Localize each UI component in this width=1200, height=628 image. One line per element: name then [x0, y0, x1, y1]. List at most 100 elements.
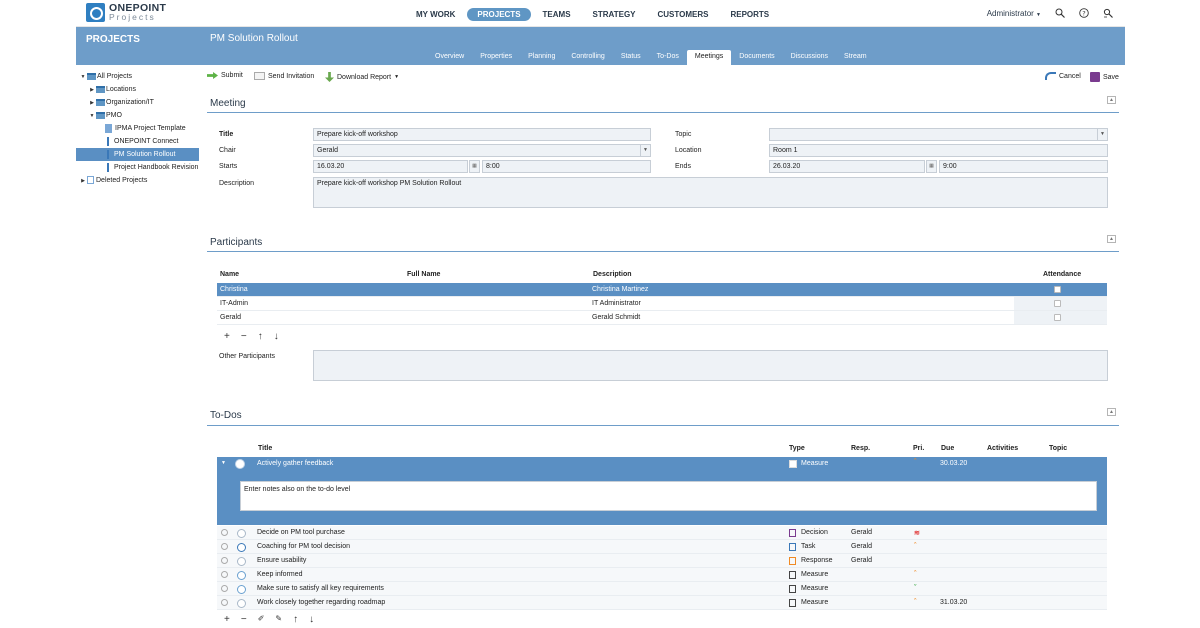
tab-planning[interactable]: Planning [520, 50, 563, 65]
column-title[interactable]: Title [258, 445, 272, 452]
collapsed-arrow-icon[interactable]: ▶ [79, 175, 87, 188]
assign-icon[interactable]: ✐ [258, 614, 265, 625]
todo-title: Work closely together regarding roadmap [257, 599, 386, 606]
cancel-button[interactable]: Cancel [1045, 72, 1081, 80]
nav-teams[interactable]: TEAMS [533, 8, 581, 21]
search-icon[interactable] [1055, 8, 1065, 18]
other-participants-input[interactable] [313, 350, 1108, 381]
tree-item[interactable]: ▶ Deleted Projects [76, 174, 199, 187]
chair-select[interactable]: Gerald ▼ [313, 144, 651, 157]
table-row[interactable]: Coaching for PM tool decision Task Gerald ˆ [217, 540, 1107, 554]
tree-item[interactable]: ▶ Organization/IT [76, 96, 199, 109]
progress-circle-icon[interactable] [237, 585, 246, 594]
nav-my-work[interactable]: MY WORK [406, 8, 465, 21]
column-topic[interactable]: Topic [1049, 445, 1067, 452]
column-resp[interactable]: Resp. [851, 445, 870, 452]
table-row[interactable]: Gerald Gerald Schmidt [217, 311, 1107, 325]
table-row[interactable]: Decide on PM tool purchase Decision Gerald… [217, 526, 1107, 540]
collapse-participants-icon[interactable]: ▲ [1107, 235, 1116, 243]
column-attendance[interactable]: Attendance [1043, 271, 1081, 278]
tab-status[interactable]: Status [613, 50, 649, 65]
measure-icon [789, 571, 796, 579]
collapse-meeting-icon[interactable]: ▲ [1107, 96, 1116, 104]
logo-sub: Projects [109, 11, 156, 22]
folder-icon [96, 85, 105, 93]
submit-button[interactable]: Submit [207, 72, 243, 79]
tab-properties[interactable]: Properties [472, 50, 520, 65]
progress-circle-icon[interactable] [237, 529, 246, 538]
add-icon[interactable]: + [224, 331, 230, 342]
nav-reports[interactable]: REPORTS [720, 8, 779, 21]
ends-time-input[interactable]: 9:00 [939, 160, 1108, 173]
download-report-button[interactable]: Download Report ▼ [325, 72, 399, 82]
advanced-search-icon[interactable] [1103, 8, 1113, 18]
column-due[interactable]: Due [941, 445, 954, 452]
table-row[interactable]: IT-Admin IT Administrator [217, 297, 1107, 311]
table-row[interactable]: Keep informed Measure ˆ [217, 568, 1107, 582]
tree-item[interactable]: ▼ PMO [76, 109, 199, 122]
attendance-checkbox[interactable] [1054, 286, 1061, 293]
calendar-icon[interactable]: ▦ [469, 160, 480, 173]
help-icon[interactable]: ? [1079, 8, 1089, 18]
nav-projects[interactable]: PROJECTS [467, 8, 531, 21]
move-up-icon[interactable]: ↑ [258, 331, 263, 342]
tab-discussions[interactable]: Discussions [783, 50, 836, 65]
send-invitation-button[interactable]: Send Invitation [254, 72, 314, 80]
remove-icon[interactable]: − [241, 331, 247, 342]
progress-circle-icon[interactable] [237, 599, 246, 608]
table-row[interactable]: Make sure to satisfy all key requirement… [217, 582, 1107, 596]
tree-item-label: IPMA Project Template [115, 125, 186, 132]
starts-time-input[interactable]: 8:00 [482, 160, 651, 173]
column-activities[interactable]: Activities [987, 445, 1018, 452]
tree-item[interactable]: ▶ Locations [76, 83, 199, 96]
tab-meetings[interactable]: Meetings [686, 50, 732, 65]
topic-select[interactable]: ▼ [769, 128, 1108, 141]
column-type[interactable]: Type [789, 445, 805, 452]
tab-controlling[interactable]: Controlling [563, 50, 612, 65]
add-icon[interactable]: + [224, 614, 230, 625]
progress-circle-icon[interactable] [237, 543, 246, 552]
tab-overview[interactable]: Overview [427, 50, 472, 65]
save-button[interactable]: Save [1090, 72, 1119, 82]
progress-circle-icon[interactable] [237, 571, 246, 580]
edit-icon[interactable]: ✎ [275, 614, 282, 625]
logo[interactable]: ONEPOINT Projects [86, 2, 166, 22]
location-input[interactable]: Room 1 [769, 144, 1108, 157]
attendance-checkbox[interactable] [1054, 300, 1061, 307]
move-down-icon[interactable]: ↓ [309, 614, 314, 625]
collapse-todos-icon[interactable]: ▲ [1107, 408, 1116, 416]
attendance-checkbox[interactable] [1054, 314, 1061, 321]
column-full-name[interactable]: Full Name [407, 271, 440, 278]
expand-arrow-icon[interactable]: ▼ [221, 460, 226, 466]
tab-to-dos[interactable]: To-Dos [649, 50, 687, 65]
todo-notes-input[interactable]: Enter notes also on the to-do level [240, 481, 1097, 511]
remove-icon[interactable]: − [241, 614, 247, 625]
tree-item[interactable]: ONEPOINT Connect [76, 135, 199, 148]
ends-date-input[interactable]: 26.03.20 [769, 160, 925, 173]
table-row[interactable]: Work closely together regarding roadmap M… [217, 596, 1107, 610]
table-row[interactable]: Ensure usability Response Gerald [217, 554, 1107, 568]
tree-item[interactable]: Project Handbook Revision [76, 161, 199, 174]
nav-customers[interactable]: CUSTOMERS [648, 8, 719, 21]
starts-date-input[interactable]: 16.03.20 [313, 160, 468, 173]
tab-stream[interactable]: Stream [836, 50, 875, 65]
column-name[interactable]: Name [220, 271, 239, 278]
tree-item[interactable]: IPMA Project Template [76, 122, 199, 135]
tab-documents[interactable]: Documents [731, 50, 782, 65]
column-pri[interactable]: Pri. [913, 445, 924, 452]
calendar-icon[interactable]: ▦ [926, 160, 937, 173]
tree-item[interactable]: ▼ All Projects [76, 70, 199, 83]
column-description[interactable]: Description [593, 271, 632, 278]
title-input[interactable]: Prepare kick-off workshop [313, 128, 651, 141]
progress-circle-icon[interactable] [235, 459, 245, 469]
status-dot-icon [221, 543, 228, 550]
progress-circle-icon[interactable] [237, 557, 246, 566]
divider [207, 251, 1119, 252]
description-input[interactable]: Prepare kick-off workshop PM Solution Ro… [313, 177, 1108, 208]
move-down-icon[interactable]: ↓ [274, 331, 279, 342]
table-row[interactable]: Christina Christina Martinez [217, 283, 1107, 297]
tree-item[interactable]: PM Solution Rollout [76, 148, 199, 161]
move-up-icon[interactable]: ↑ [293, 614, 298, 625]
nav-strategy[interactable]: STRATEGY [583, 8, 646, 21]
user-menu[interactable]: Administrator ▼ [987, 9, 1041, 18]
